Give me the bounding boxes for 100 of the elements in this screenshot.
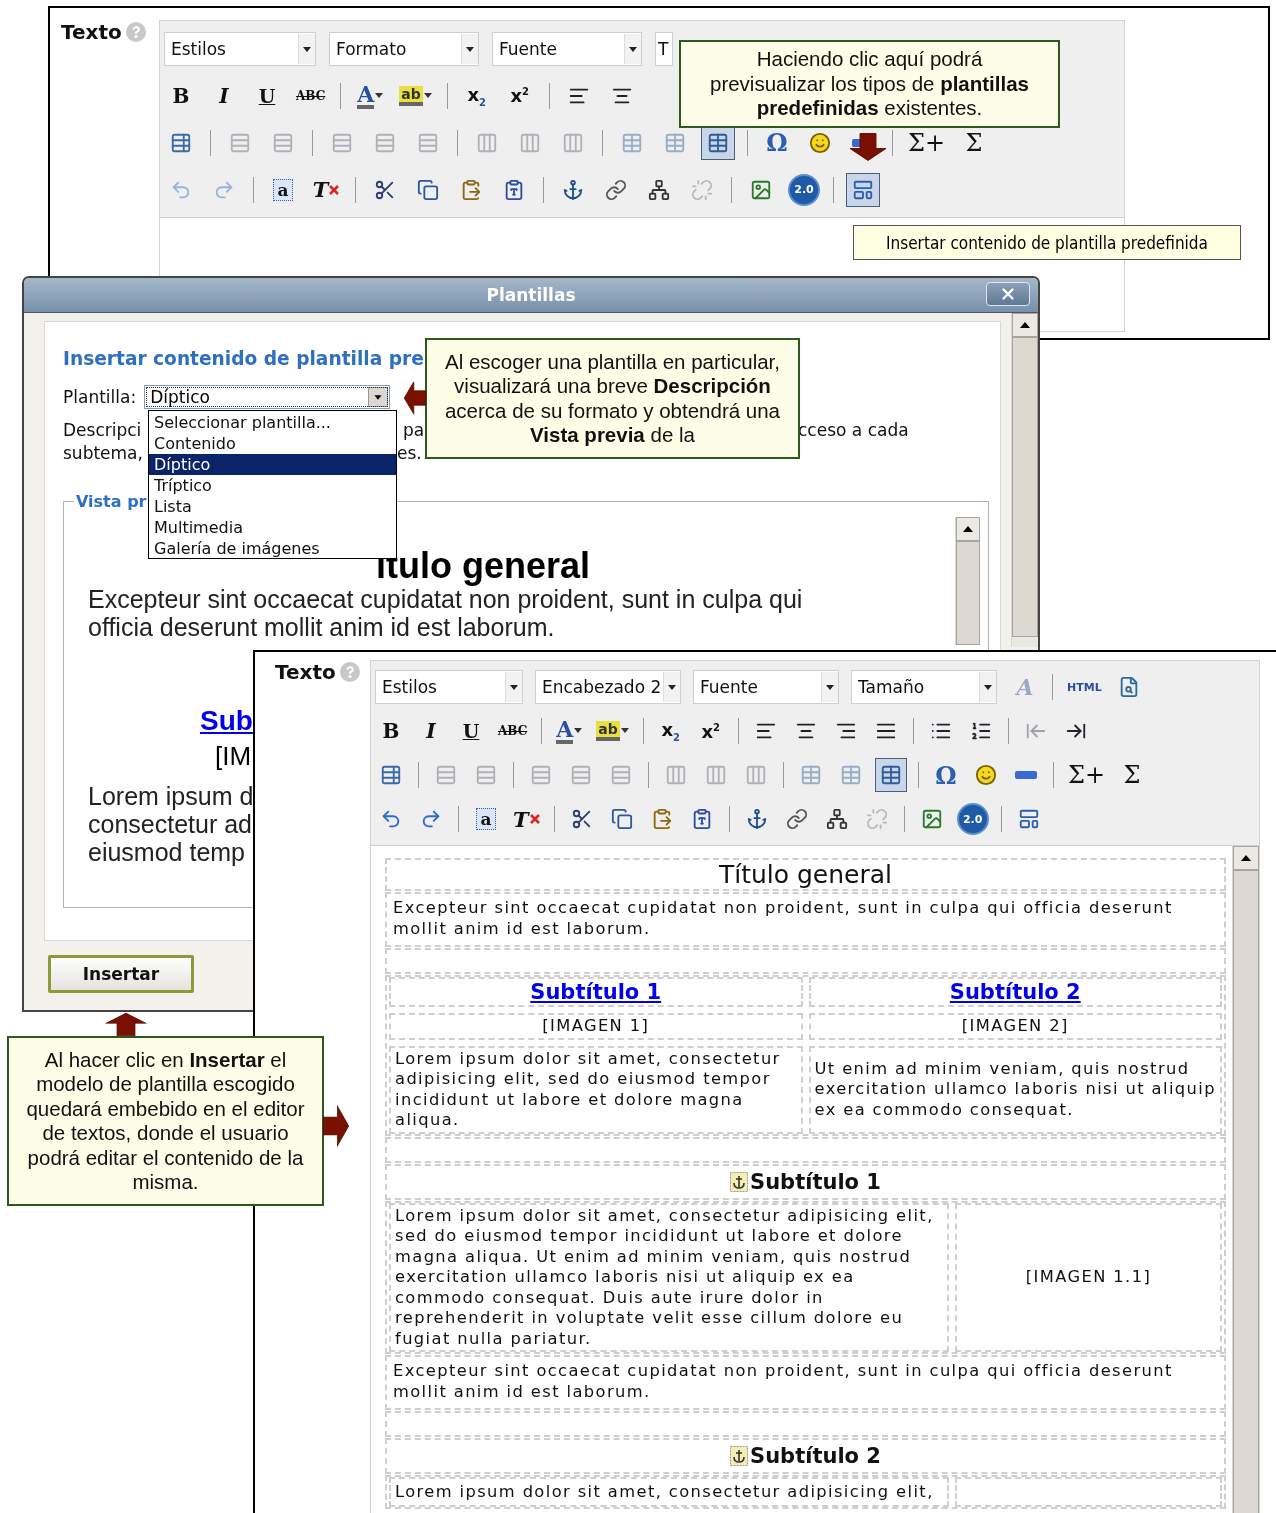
- dropdown-option[interactable]: Galería de imágenes: [149, 538, 396, 559]
- dropdown-option[interactable]: Multimedia: [149, 517, 396, 538]
- table-column-icon: [665, 764, 687, 786]
- paste-text-icon: [503, 178, 525, 201]
- smiley-icon: [975, 764, 997, 786]
- dropdown[interactable]: Estilos: [375, 670, 523, 704]
- dropdown[interactable]: Formato: [329, 31, 479, 66]
- dropdown[interactable]: Fuente: [693, 670, 839, 704]
- unlink-icon: [865, 808, 888, 830]
- link-icon: [785, 808, 808, 830]
- subscript-button[interactable]: x$_{2}$: [654, 714, 687, 748]
- remove-format-button[interactable]: T: [309, 172, 343, 207]
- subtitle-link[interactable]: Subtítulo 1: [530, 980, 662, 1004]
- table-icon: [840, 764, 862, 786]
- subtitle-link[interactable]: Subtítulo 2: [949, 980, 1081, 1004]
- template-select[interactable]: Díptico: [144, 385, 391, 409]
- table-icon: [621, 131, 643, 154]
- sitemap-icon: [648, 178, 670, 201]
- preview-link[interactable]: Sub: [200, 705, 253, 737]
- dropdown[interactable]: Encabezado 2: [535, 670, 681, 704]
- up-arrow-icon: [963, 526, 973, 532]
- select-all-button[interactable]: a: [266, 172, 300, 207]
- text-color-button[interactable]: A: [553, 714, 586, 748]
- delete-mark-icon: [529, 814, 540, 824]
- dropdown[interactable]: T: [655, 31, 673, 66]
- scroll-up-button[interactable]: [956, 517, 980, 541]
- preview-text: Excepteur sint occaecat cupidatat non proident, sunt in culpa qui: [88, 585, 803, 613]
- formula-button[interactable]: Σ+: [905, 125, 949, 160]
- special-character-button[interactable]: Ω: [930, 758, 962, 792]
- strikethrough-button[interactable]: ABC: [495, 714, 531, 748]
- table-column-icon: [476, 131, 498, 154]
- dropdown-option[interactable]: Díptico: [149, 454, 396, 475]
- bold-button[interactable]: B: [375, 714, 407, 748]
- superscript-button[interactable]: x$^{2}$: [694, 714, 727, 748]
- dropdown[interactable]: Tamaño: [851, 670, 997, 704]
- copy-icon: [417, 178, 439, 201]
- preview-text: eiusmod temp: [88, 838, 246, 866]
- template-button[interactable]: [846, 172, 880, 207]
- paragraph: Excepteur sint occaecat cupidatat non proident, sunt in culpa qui officia deserunt mollit anim id est laborum.: [393, 898, 1174, 939]
- description-text: pa: [403, 420, 425, 442]
- delete-mark-icon: [329, 184, 340, 195]
- subscript-button[interactable]: x$_{2}$: [459, 78, 494, 113]
- dropdown-option[interactable]: Seleccionar plantilla...: [149, 412, 396, 433]
- scissors-icon: [570, 808, 593, 830]
- underline-button[interactable]: U: [250, 78, 284, 113]
- bold-button[interactable]: B: [164, 78, 198, 113]
- caret-icon: [979, 672, 996, 702]
- paragraph: Ut enim ad minim veniam, quis nostrud exercitation ullamco laboris nisi ut aliquip ex ea commodo consequat.: [814, 1058, 1216, 1121]
- preview-legend: Vista pr: [74, 492, 149, 511]
- smiley-icon: [809, 131, 831, 154]
- table-cell: [IMAGEN 1.1]: [955, 1202, 1222, 1352]
- sum-button[interactable]: Σ: [1116, 758, 1149, 792]
- table-column-icon: [562, 131, 584, 154]
- superscript-button[interactable]: x$^{2}$: [502, 78, 537, 113]
- strikethrough-button[interactable]: ABC: [293, 78, 329, 113]
- scroll-up-button[interactable]: [1012, 313, 1038, 337]
- callout-tooltip: Haciendo clic aquí podrá previsualizar los tipos de plantillas predefinidas existentes.: [679, 40, 1060, 128]
- document-title: Título general: [717, 860, 894, 889]
- sum-button[interactable]: Σ: [957, 125, 992, 160]
- table-icon: [880, 764, 902, 786]
- italic-button[interactable]: I: [415, 714, 447, 748]
- remove-format-button[interactable]: T: [510, 802, 543, 836]
- html-source-button[interactable]: HTML: [1064, 670, 1105, 704]
- formula-button[interactable]: Σ+: [1065, 758, 1109, 792]
- scroll-up-button[interactable]: [1233, 846, 1259, 870]
- dropdown[interactable]: Estilos: [164, 31, 316, 66]
- select-all-button[interactable]: a: [470, 802, 502, 836]
- anchor-icon: [730, 1446, 749, 1466]
- text-color-button[interactable]: A: [353, 78, 388, 113]
- dropdown-option[interactable]: Lista: [149, 496, 396, 517]
- dropdown-option[interactable]: Contenido: [149, 433, 396, 454]
- table-cell-icon: [435, 764, 457, 786]
- caret-icon: [574, 728, 583, 734]
- copy-icon: [610, 808, 633, 830]
- caret-icon: [624, 33, 641, 64]
- scroll-thumb[interactable]: [956, 541, 980, 645]
- underline-button[interactable]: U: [455, 714, 487, 748]
- anchor-icon: [562, 178, 584, 201]
- caret-icon: [620, 728, 629, 734]
- callout-tooltip: Al escoger una plantilla en particular, visualizará una breve Descripción acerca de su formato y obtendrá una Vista previa de la: [425, 338, 800, 459]
- pointer-arrow: [403, 380, 427, 416]
- description-text: Descripci: [63, 420, 142, 442]
- field-label: Texto: [275, 660, 336, 684]
- caret-icon: [298, 33, 315, 64]
- undo-icon: [380, 808, 402, 830]
- dropdown-option[interactable]: Tríptico: [149, 475, 396, 496]
- italic-button[interactable]: I: [207, 78, 241, 113]
- highlight-color-button[interactable]: ab: [396, 78, 435, 113]
- insert-button[interactable]: Insertar: [48, 955, 194, 993]
- paragraph: Excepteur sint occaecat cupidatat non proident, sunt in culpa qui officia deserunt mollit anim id est laborum.: [393, 1361, 1174, 1402]
- table-button[interactable]: [875, 758, 907, 792]
- redo-icon: [420, 808, 442, 830]
- dropdown[interactable]: Fuente: [492, 31, 642, 66]
- field-label: Texto: [61, 20, 122, 44]
- highlight-color-button[interactable]: ab: [593, 714, 632, 748]
- table-row-icon: [374, 131, 396, 154]
- special-character-button[interactable]: Ω: [760, 125, 794, 160]
- preview-text: Lorem ipsum d: [88, 782, 254, 810]
- close-button[interactable]: [986, 282, 1030, 306]
- description-text: subtema,: [63, 443, 143, 465]
